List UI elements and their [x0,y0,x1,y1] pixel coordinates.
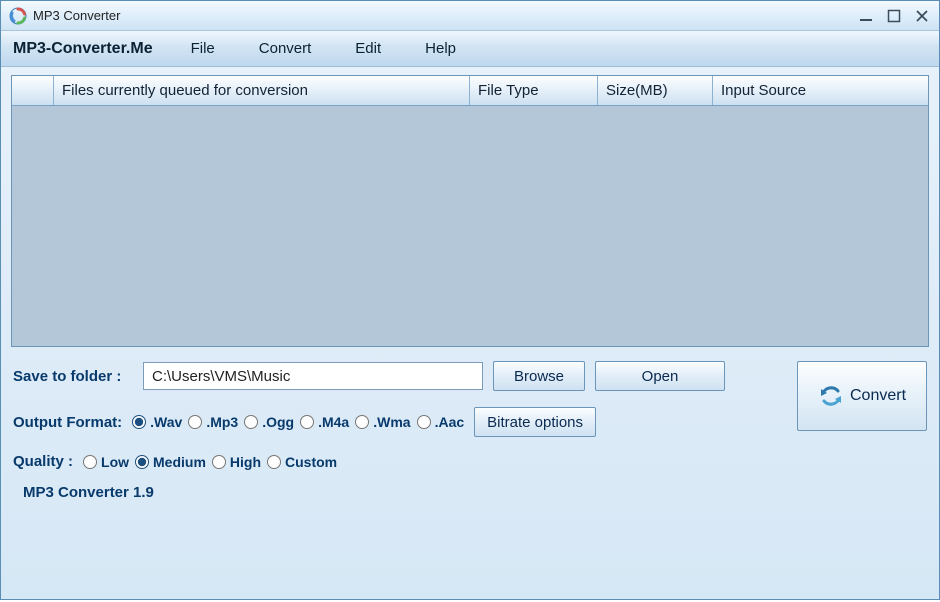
col-index[interactable] [12,76,54,105]
quality-options: Low Medium High Custom [83,454,337,470]
close-button[interactable] [913,9,931,23]
open-button[interactable]: Open [595,361,725,391]
menu-edit[interactable]: Edit [349,36,387,61]
format-wma[interactable]: .Wma [355,414,410,430]
minimize-button[interactable] [857,9,875,23]
col-filetype[interactable]: File Type [470,76,598,105]
table-body[interactable] [12,106,928,346]
queue-table: Files currently queued for conversion Fi… [11,75,929,347]
quality-custom[interactable]: Custom [267,454,337,470]
save-folder-label: Save to folder : [13,368,133,385]
col-size[interactable]: Size(MB) [598,76,713,105]
quality-high[interactable]: High [212,454,261,470]
col-source[interactable]: Input Source [713,76,928,105]
col-filename[interactable]: Files currently queued for conversion [54,76,470,105]
app-icon [9,7,27,25]
table-header-row: Files currently queued for conversion Fi… [12,76,928,106]
brand-label: MP3-Converter.Me [13,40,153,58]
format-mp3[interactable]: .Mp3 [188,414,238,430]
quality-low[interactable]: Low [83,454,129,470]
format-m4a[interactable]: .M4a [300,414,349,430]
quality-medium[interactable]: Medium [135,454,206,470]
output-format-options: .Wav .Mp3 .Ogg .M4a .Wma .Aac [132,414,464,430]
output-format-row: Output Format: .Wav .Mp3 .Ogg .M4a .Wma … [13,407,787,437]
convert-icon [818,383,844,409]
app-window: MP3 Converter MP3-Converter.Me File Conv… [0,0,940,600]
maximize-button[interactable] [885,9,903,23]
format-wav[interactable]: .Wav [132,414,182,430]
titlebar: MP3 Converter [1,1,939,31]
quality-row: Quality : Low Medium High Custom [13,453,787,470]
menubar: MP3-Converter.Me File Convert Edit Help [1,31,939,67]
version-label: MP3 Converter 1.9 [13,478,927,501]
convert-button[interactable]: Convert [797,361,927,431]
output-format-label: Output Format: [13,414,122,431]
bottom-panel: Save to folder : Browse Open Output Form… [11,355,929,505]
content-area: Files currently queued for conversion Fi… [1,67,939,599]
window-title: MP3 Converter [33,8,120,23]
menu-help[interactable]: Help [419,36,462,61]
save-folder-row: Save to folder : Browse Open [13,361,787,391]
bitrate-options-button[interactable]: Bitrate options [474,407,596,437]
format-aac[interactable]: .Aac [417,414,465,430]
browse-button[interactable]: Browse [493,361,585,391]
quality-label: Quality : [13,453,73,470]
save-folder-input[interactable] [143,362,483,390]
convert-label: Convert [850,387,906,405]
format-ogg[interactable]: .Ogg [244,414,294,430]
menu-convert[interactable]: Convert [253,36,318,61]
menu-file[interactable]: File [185,36,221,61]
window-controls [857,9,931,23]
